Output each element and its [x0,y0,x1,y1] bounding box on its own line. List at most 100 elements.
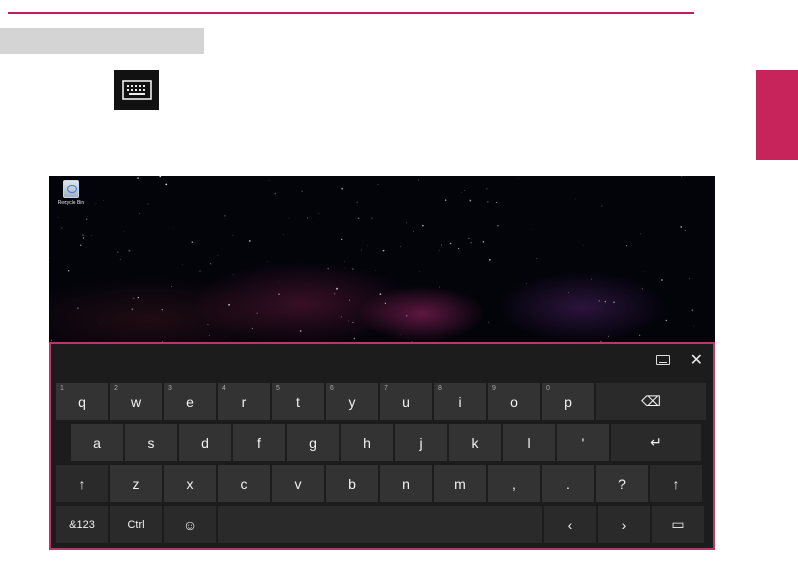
key-v[interactable]: v [272,465,324,502]
key-j[interactable]: j [395,424,447,461]
key-label: f [257,434,261,451]
key-x[interactable]: x [164,465,216,502]
left-arrow-key[interactable]: ‹ [544,506,596,543]
space-key[interactable] [218,506,542,543]
key-label: b [348,475,356,492]
key-y[interactable]: 6y [326,383,378,420]
keyboard-row: ↑ z x c v b n m,.? ↑ [56,465,702,502]
keyboard-row: 1 q 2 w 3 e 4 r 5 t 6 y 7 u 8 i 9 o 0 p ⌫ [56,383,706,420]
chapter-tab [756,70,798,160]
key-u[interactable]: 7u [380,383,432,420]
key-label: v [294,475,302,492]
windows-screen: Recycle Bin ✕ 1 q 2 w 3 e 4 r 5 t 6 y 7 u 8 i 9 o 0 p ⌫ a s d f g… [49,176,715,550]
key-number-hint: 4 [222,385,226,392]
key-label: . [566,475,570,492]
key-label: u [402,393,410,410]
recycle-bin-label: Recycle Bin [57,200,85,206]
key-i[interactable]: 8i [434,383,486,420]
shift-icon: ↑ [672,475,680,492]
key-Ctrl[interactable]: Ctrl [110,506,162,543]
key-label: p [564,393,572,410]
key-b[interactable]: b [326,465,378,502]
keyboard-toolbar: ✕ [655,350,703,370]
key-r[interactable]: 4r [218,383,270,420]
key-label: t [296,393,300,410]
key-number-hint: 2 [114,385,118,392]
recycle-bin-shortcut[interactable]: Recycle Bin [53,180,89,206]
key-label: l [527,434,531,451]
key-q[interactable]: 1q [56,383,108,420]
right-arrow-key[interactable]: › [598,506,650,543]
enter-key[interactable]: ↵ [611,424,701,461]
key-label: ' [581,434,585,451]
key-number-hint: 0 [546,385,550,392]
key-label: r [241,393,247,410]
key-number-hint: 5 [276,385,280,392]
key-number-hint: 7 [384,385,388,392]
shift-key[interactable]: ↑ [56,465,108,502]
key-h[interactable]: h [341,424,393,461]
key-a[interactable]: a [71,424,123,461]
key-w[interactable]: 2w [110,383,162,420]
key-.[interactable]: . [542,465,594,502]
key-label: , [512,475,516,492]
dock-icon[interactable] [655,355,670,365]
key-label: c [240,475,248,492]
key-label: z [132,475,140,492]
keyboard-row: a s d f g h j k l ' ↵ [71,424,701,461]
key-label: k [471,434,479,451]
key-label: g [309,434,317,451]
key-,[interactable]: , [488,465,540,502]
key-label: &123 [69,518,95,531]
key-l[interactable]: l [503,424,555,461]
key-label: m [454,475,466,492]
key-label: Ctrl [127,518,145,531]
key-number-hint: 9 [492,385,496,392]
key-d[interactable]: d [179,424,231,461]
key-label: n [402,475,410,492]
key-t[interactable]: 5t [272,383,324,420]
key-label: s [147,434,155,451]
emoji-icon: ☺ [182,516,198,533]
key-m[interactable]: m [434,465,486,502]
key-o[interactable]: 9o [488,383,540,420]
keyboard-layout-key[interactable]: ▭ [652,506,704,543]
key-number-hint: 6 [330,385,334,392]
enter-icon: ↵ [650,434,662,450]
key-?[interactable]: ? [596,465,648,502]
key-c[interactable]: c [218,465,270,502]
key-label: d [201,434,209,451]
shift-key[interactable]: ↑ [650,465,702,502]
key-label: q [78,393,86,410]
key-label: o [510,393,518,410]
backspace-icon: ⌫ [641,393,661,409]
right-arrow-icon: › [621,516,627,533]
key-label: e [186,393,194,410]
key-k[interactable]: k [449,424,501,461]
left-arrow-icon: ‹ [567,516,573,533]
touch-keyboard: ✕ 1 q 2 w 3 e 4 r 5 t 6 y 7 u 8 i 9 o 0 p ⌫ a s d f g h j k l ' ↵ ↑ z x c v b… [49,342,715,550]
key-number-hint: 8 [438,385,442,392]
key-s[interactable]: s [125,424,177,461]
emoji-key[interactable]: ☺ [164,506,216,543]
key-'[interactable]: ' [557,424,609,461]
shift-icon: ↑ [78,475,86,492]
key-n[interactable]: n [380,465,432,502]
desktop-wallpaper: Recycle Bin [49,176,715,344]
backspace-key[interactable]: ⌫ [596,383,706,420]
key-f[interactable]: f [233,424,285,461]
key-z[interactable]: z [110,465,162,502]
key-g[interactable]: g [287,424,339,461]
key-label: j [419,434,423,451]
key-label: y [348,393,356,410]
key-label: h [363,434,371,451]
touch-keyboard-button[interactable] [114,70,159,110]
key-&123[interactable]: &123 [56,506,108,543]
key-label: i [458,393,462,410]
key-p[interactable]: 0p [542,383,594,420]
close-icon[interactable]: ✕ [690,350,703,370]
starfield [49,176,695,344]
key-number-hint: 3 [168,385,172,392]
key-e[interactable]: 3e [164,383,216,420]
key-label: ? [618,475,626,492]
